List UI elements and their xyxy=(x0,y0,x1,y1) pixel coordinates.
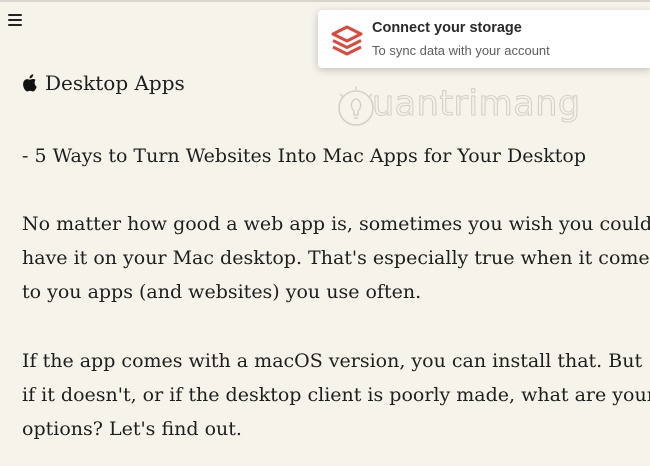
paragraph-1-line: have it on your Mac desktop. That's espe… xyxy=(22,247,650,269)
section-heading: Desktop Apps xyxy=(22,71,185,95)
connect-storage-notification[interactable]: Connect your storage To sync data with y… xyxy=(318,10,650,68)
watermark-text: uantrimang xyxy=(371,83,581,124)
paragraph-2-line: If the app comes with a macOS version, y… xyxy=(22,350,643,372)
apple-icon xyxy=(23,73,37,91)
article-subtitle: - 5 Ways to Turn Websites Into Mac Apps … xyxy=(22,145,586,167)
paragraph-1-line: No matter how good a web app is, sometim… xyxy=(22,213,650,235)
top-border xyxy=(0,0,650,2)
section-title: Desktop Apps xyxy=(45,71,185,95)
paragraph-2-line: options? Let's find out. xyxy=(22,418,242,440)
layers-stack-icon xyxy=(331,25,363,56)
notification-title: Connect your storage xyxy=(372,20,522,36)
lightbulb-icon xyxy=(338,86,374,126)
paragraph-1: No matter how good a web app is, sometim… xyxy=(22,207,650,309)
hamburger-menu-icon[interactable] xyxy=(8,14,22,28)
paragraph-2: If the app comes with a macOS version, y… xyxy=(22,344,650,446)
notification-subtitle: To sync data with your account xyxy=(372,43,550,58)
paragraph-1-line: to you apps (and websites) you use often… xyxy=(22,281,422,303)
watermark-logo: uantrimang xyxy=(330,82,581,134)
paragraph-2-line: if it doesn't, or if the desktop client … xyxy=(22,384,650,406)
